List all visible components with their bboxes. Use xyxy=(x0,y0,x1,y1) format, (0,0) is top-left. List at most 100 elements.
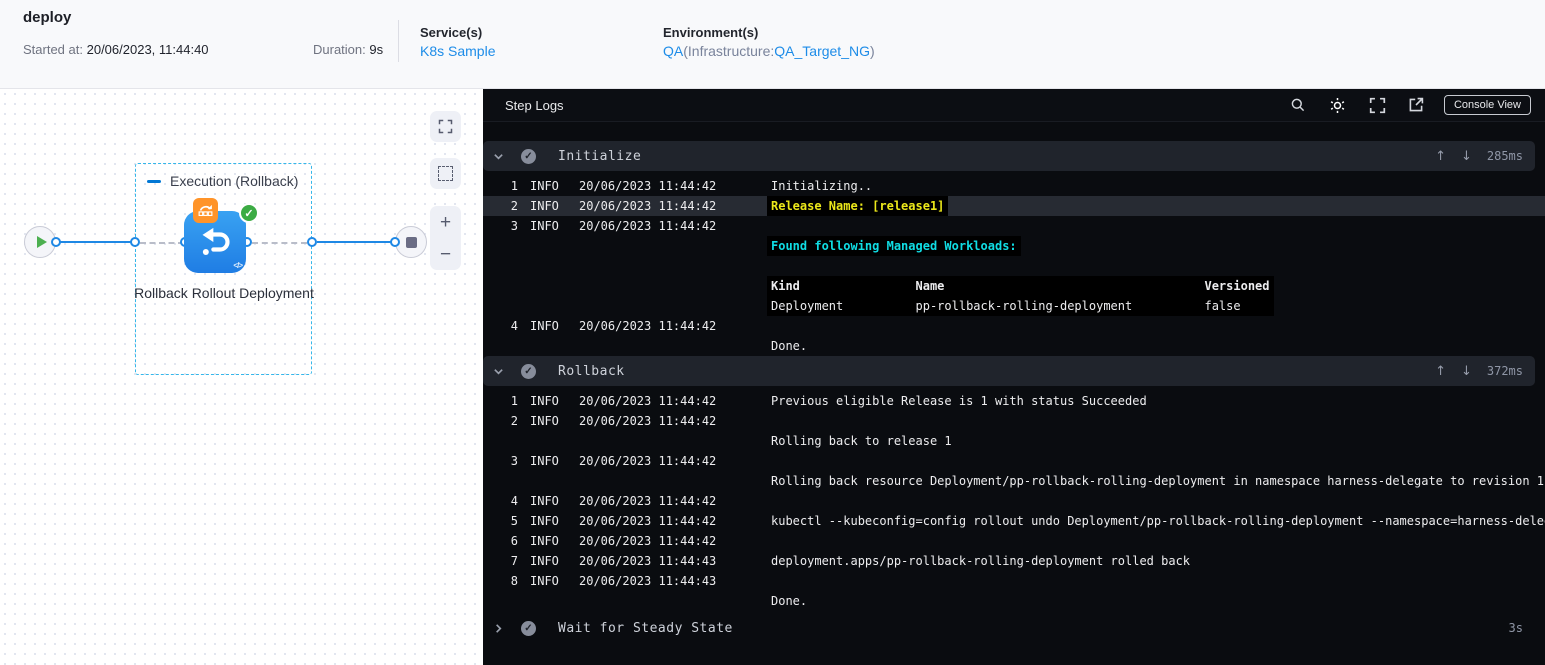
fullscreen-icon xyxy=(438,119,453,134)
log-row: 3 INFO 20/06/2023 11:44:42 xyxy=(483,451,1545,471)
connector-dot xyxy=(51,237,61,247)
log-timestamp: 20/06/2023 11:44:42 xyxy=(579,199,717,213)
log-row: Rolling back to release 1 xyxy=(483,431,1545,451)
log-row: Deployment pp-rollback-rolling-deploymen… xyxy=(483,296,1545,316)
log-row: 4 INFO 20/06/2023 11:44:42 xyxy=(483,316,1545,336)
log-timestamp: 20/06/2023 11:44:42 xyxy=(579,534,717,548)
log-message: kubectl --kubeconfig=config rollout undo… xyxy=(771,514,1545,528)
log-line-number: 2 xyxy=(510,199,518,213)
chevron-down-icon[interactable] xyxy=(491,364,505,378)
log-scroll-area[interactable]: ✓ Initialize ↑ ↓ 285ms 1 INFO 20/06/2023 11:44:… xyxy=(483,122,1545,665)
log-timestamp: 20/06/2023 11:44:42 xyxy=(579,179,717,193)
scroll-to-top-icon[interactable]: ↑ xyxy=(1435,149,1446,164)
log-message: Done. xyxy=(771,594,808,608)
log-line-number: 7 xyxy=(510,554,518,568)
log-row: 8 INFO 20/06/2023 11:44:43 xyxy=(483,571,1545,591)
section-duration: 3s xyxy=(1508,621,1523,635)
log-line-number: 8 xyxy=(510,574,518,588)
log-line-number: 3 xyxy=(510,454,518,468)
rollout-strategy-badge-icon[interactable] xyxy=(193,198,218,223)
log-level: INFO xyxy=(530,574,559,588)
console-view-button[interactable]: Console View xyxy=(1443,95,1531,115)
duration-label: Duration: xyxy=(313,42,366,57)
log-section-header[interactable]: ✓ Rollback ↑ ↓ 372ms xyxy=(483,356,1535,386)
log-timestamp: 20/06/2023 11:44:42 xyxy=(579,514,717,528)
pipeline-execution-page: deploy Started at: 20/06/2023, 11:44:40 … xyxy=(0,0,1545,665)
edge-group-to-end xyxy=(317,241,395,243)
collapse-group-icon[interactable] xyxy=(147,179,161,183)
log-message: Rolling back resource Deployment/pp-roll… xyxy=(771,474,1545,488)
log-level: INFO xyxy=(530,319,559,333)
zoom-in-button[interactable]: + xyxy=(430,213,461,232)
chevron-down-icon[interactable] xyxy=(491,149,505,163)
log-level: INFO xyxy=(530,494,559,508)
open-in-new-tab-icon[interactable] xyxy=(1408,97,1424,113)
log-level: INFO xyxy=(530,394,559,408)
log-row: 6 INFO 20/06/2023 11:44:42 xyxy=(483,531,1545,551)
log-timestamp: 20/06/2023 11:44:42 xyxy=(579,219,717,233)
step-logs-title: Step Logs xyxy=(505,97,564,113)
environment-link[interactable]: QA(Infrastructure:QA_Target_NG) xyxy=(663,43,875,59)
page-title: deploy xyxy=(23,9,72,26)
log-level: INFO xyxy=(530,534,559,548)
log-timestamp: 20/06/2023 11:44:42 xyxy=(579,394,717,408)
connector-dot xyxy=(390,237,400,247)
log-timestamp: 20/06/2023 11:44:42 xyxy=(579,319,717,333)
log-timestamp: 20/06/2023 11:44:42 xyxy=(579,414,717,428)
service-link[interactable]: K8s Sample xyxy=(420,43,495,59)
log-search-icon[interactable] xyxy=(1290,97,1306,113)
chevron-right-icon[interactable] xyxy=(491,621,505,635)
stop-icon xyxy=(405,236,417,248)
canvas-zoom-controls: + − xyxy=(430,206,461,270)
duration: Duration: 9s xyxy=(313,42,383,57)
log-row: Rolling back resource Deployment/pp-roll… xyxy=(483,471,1545,491)
log-level: INFO xyxy=(530,414,559,428)
log-timestamp: 20/06/2023 11:44:42 xyxy=(579,454,717,468)
log-message: deployment.apps/pp-rollback-rolling-depl… xyxy=(771,554,1191,568)
log-settings-gear-icon[interactable] xyxy=(1328,96,1347,115)
log-row: 4 INFO 20/06/2023 11:44:42 xyxy=(483,491,1545,511)
log-row: 7 INFO 20/06/2023 11:44:43 deployment.apps/… xyxy=(483,551,1545,571)
log-line-number: 1 xyxy=(510,179,518,193)
log-row xyxy=(483,256,1545,276)
log-level: INFO xyxy=(530,454,559,468)
execution-group-header: Execution (Rollback) xyxy=(147,173,298,189)
section-title: Rollback xyxy=(558,363,625,379)
step-success-badge-icon: ✓ xyxy=(239,203,259,223)
scroll-to-bottom-icon[interactable]: ↓ xyxy=(1461,364,1472,379)
step-logs-panel: Step Logs Console View ✓ Initialize ↑ ↓ 285m… xyxy=(483,89,1545,665)
log-level: INFO xyxy=(530,554,559,568)
log-message: Deployment pp-rollback-rolling-deploymen… xyxy=(767,296,1274,316)
section-title: Initialize xyxy=(558,148,642,164)
log-line-number: 5 xyxy=(510,514,518,528)
log-line-number: 4 xyxy=(510,319,518,333)
log-row: 1 INFO 20/06/2023 11:44:42 Previous eligibl… xyxy=(483,391,1545,411)
zoom-out-button[interactable]: − xyxy=(430,245,461,264)
log-line-number: 3 xyxy=(510,219,518,233)
code-glyph: </> xyxy=(233,261,243,270)
section-title: Wait for Steady State xyxy=(558,620,733,636)
log-line-number: 2 xyxy=(510,414,518,428)
log-section-header[interactable]: ✓ Initialize ↑ ↓ 285ms xyxy=(483,141,1535,171)
log-fullscreen-icon[interactable] xyxy=(1369,97,1386,114)
log-row: Kind Name Versioned xyxy=(483,276,1545,296)
canvas-fullscreen-button[interactable] xyxy=(430,111,461,142)
log-row: Found following Managed Workloads: xyxy=(483,236,1545,256)
log-row: 2 INFO 20/06/2023 11:44:42 Release Name: [r… xyxy=(483,196,1545,216)
duration-value: 9s xyxy=(369,42,384,57)
canvas-marquee-select-button[interactable] xyxy=(430,158,461,189)
log-message: Found following Managed Workloads: xyxy=(767,236,1021,256)
log-row: 5 INFO 20/06/2023 11:44:42 kubectl --kubeco… xyxy=(483,511,1545,531)
environments-label: Environment(s) xyxy=(663,25,759,40)
pipeline-graph-canvas[interactable]: Execution (Rollback) </> ✓ Rollback Roll… xyxy=(0,89,483,665)
log-level: INFO xyxy=(530,514,559,528)
scroll-to-bottom-icon[interactable]: ↓ xyxy=(1461,149,1472,164)
scroll-to-top-icon[interactable]: ↑ xyxy=(1435,364,1446,379)
log-level: INFO xyxy=(530,199,559,213)
started-at-label: Started at: xyxy=(23,42,83,57)
edge-group-to-step xyxy=(140,241,184,244)
edge-step-to-group xyxy=(252,241,307,244)
log-row: Done. xyxy=(483,336,1545,356)
log-timestamp: 20/06/2023 11:44:43 xyxy=(579,574,717,588)
log-section-header[interactable]: ✓ Wait for Steady State 3s xyxy=(483,611,1535,645)
